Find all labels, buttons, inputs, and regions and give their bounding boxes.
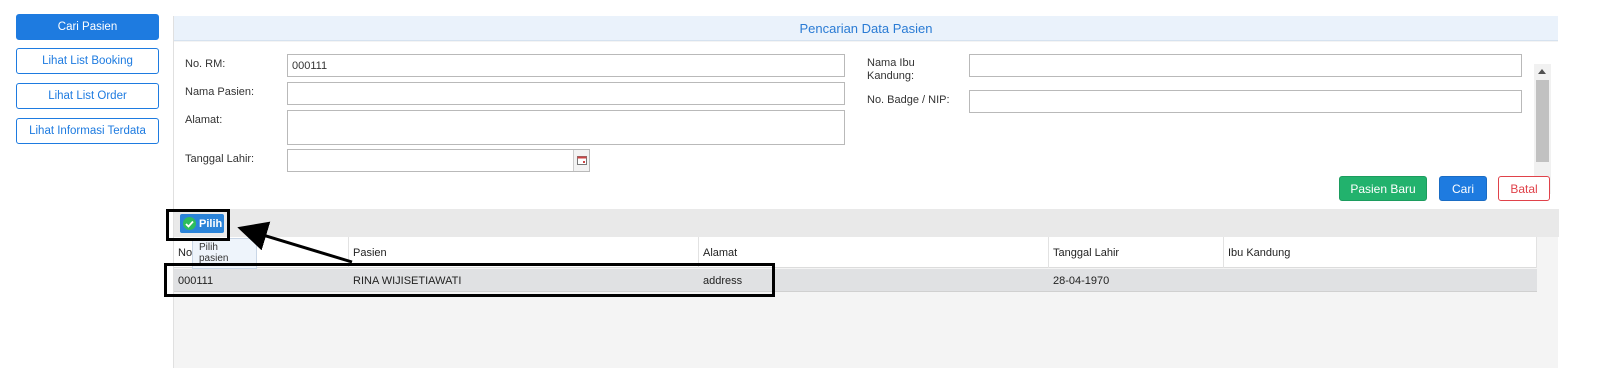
nama-ibu-label: Nama Ibu Kandung: xyxy=(867,57,915,83)
nama-ibu-label-line1: Nama Ibu xyxy=(867,57,915,69)
nama-ibu-label-line2: Kandung: xyxy=(867,70,915,82)
scroll-thumb[interactable] xyxy=(1536,80,1549,162)
scroll-up-icon[interactable] xyxy=(1538,69,1546,74)
tooltip-line2: pasien xyxy=(199,253,229,264)
calendar-icon[interactable] xyxy=(573,150,589,171)
check-icon xyxy=(183,217,196,230)
sidebar-item-informasi-terdata[interactable]: Lihat Informasi Terdata xyxy=(16,118,159,144)
cell-ibu-kandung xyxy=(1224,269,1537,292)
panel-title: Pencarian Data Pasien xyxy=(174,16,1558,41)
sidebar-item-list-booking[interactable]: Lihat List Booking xyxy=(16,48,159,74)
sidebar-item-cari-pasien[interactable]: Cari Pasien xyxy=(16,14,159,40)
badge-nip-label: No. Badge / NIP: xyxy=(867,94,950,106)
no-rm-input[interactable] xyxy=(287,54,845,77)
pilih-button-label: Pilih xyxy=(199,217,223,230)
tanggal-lahir-input[interactable] xyxy=(287,149,590,172)
column-header-pasien[interactable]: Pasien xyxy=(349,237,699,268)
pasien-baru-button[interactable]: Pasien Baru xyxy=(1339,176,1427,201)
batal-button[interactable]: Batal xyxy=(1498,176,1550,201)
alamat-input[interactable] xyxy=(287,110,845,145)
search-panel: Pencarian Data Pasien No. RM: Nama Pasie… xyxy=(173,16,1559,368)
column-header-ibu-kandung[interactable]: Ibu Kandung xyxy=(1224,237,1537,268)
tanggal-lahir-label: Tanggal Lahir: xyxy=(185,153,255,165)
column-header-tanggal-lahir[interactable]: Tanggal Lahir xyxy=(1049,237,1224,268)
cell-no-rm: 000111 xyxy=(178,274,214,287)
column-header-alamat[interactable]: Alamat xyxy=(699,237,1049,268)
pilih-tooltip: Pilih pasien xyxy=(192,238,257,269)
nama-ibu-input[interactable] xyxy=(969,54,1522,77)
sidebar-item-list-order[interactable]: Lihat List Order xyxy=(16,83,159,109)
cell-tanggal-lahir: 28-04-1970 xyxy=(1053,274,1110,287)
tooltip-line1: Pilih xyxy=(199,242,218,253)
tanggal-lahir-field xyxy=(287,149,590,172)
search-form: No. RM: Nama Pasien: Alamat: Tanggal Lah… xyxy=(174,42,1559,209)
cari-button[interactable]: Cari xyxy=(1439,176,1487,201)
no-rm-label: No. RM: xyxy=(185,58,226,70)
grid-header: No Pasien Alamat Tanggal Lahir Ibu Kandu… xyxy=(174,237,1537,268)
badge-nip-input[interactable] xyxy=(969,90,1522,113)
cell-alamat: address xyxy=(703,274,743,287)
form-scrollbar[interactable] xyxy=(1534,64,1551,194)
table-row[interactable]: 000111 RINA WIJISETIAWATI address 28-04-… xyxy=(174,269,1537,292)
cell-pasien: RINA WIJISETIAWATI xyxy=(353,274,462,287)
alamat-label: Alamat: xyxy=(185,114,223,126)
pilih-button[interactable]: Pilih xyxy=(180,214,224,233)
nama-pasien-label: Nama Pasien: xyxy=(185,86,255,98)
nama-pasien-input[interactable] xyxy=(287,82,845,105)
grid-toolbar: Pilih xyxy=(174,209,1559,237)
